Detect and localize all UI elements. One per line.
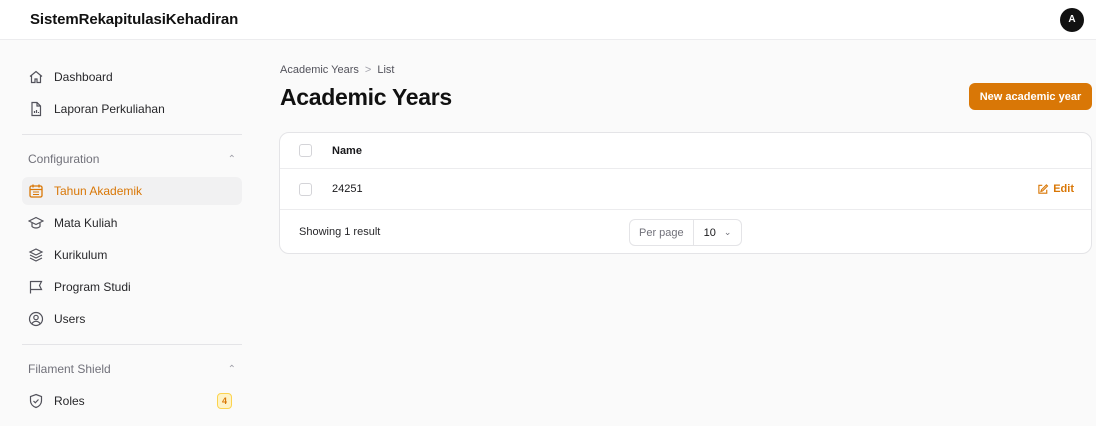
academic-cap-icon [28,215,44,231]
sidebar-item-users[interactable]: Users [22,305,242,333]
sidebar-item-mata-kuliah[interactable]: Mata Kuliah [22,209,242,237]
per-page-value: 10 [703,226,716,239]
sidebar-divider [22,134,242,135]
sidebar: Dashboard Laporan Perkuliahan Configurat… [0,40,260,426]
chevron-up-icon[interactable]: ⌃ [228,154,236,165]
edit-label: Edit [1053,183,1074,195]
sidebar-item-label: Laporan Perkuliahan [54,102,165,116]
sidebar-group-filament-shield[interactable]: Filament Shield ⌃ [28,362,236,376]
select-all-checkbox[interactable] [299,144,312,157]
sidebar-item-label: Tahun Akademik [54,184,143,198]
per-page-dropdown[interactable]: 10 ⌄ [694,220,742,245]
sidebar-item-label: Mata Kuliah [54,216,118,230]
per-page-select[interactable]: Per page 10 ⌄ [629,219,743,246]
user-circle-icon [28,311,44,327]
flag-icon [28,279,44,295]
stack-icon [28,247,44,263]
sidebar-item-tahun-akademik[interactable]: Tahun Akademik [22,177,242,205]
user-avatar[interactable]: A [1060,7,1084,32]
sidebar-group-label: Filament Shield [28,362,111,376]
shield-check-icon [28,393,44,409]
chevron-down-icon: ⌄ [723,227,732,237]
sidebar-item-dashboard[interactable]: Dashboard [22,63,242,91]
per-page-label: Per page [630,220,694,245]
table-footer: Showing 1 result Per page 10 ⌄ [280,210,1091,253]
sidebar-item-label: Program Studi [54,280,131,294]
new-academic-year-button[interactable]: New academic year [969,83,1092,110]
top-bar: SistemRekapitulasiKehadiran A [0,0,1096,40]
count-badge: 4 [216,393,232,409]
breadcrumb-item-academic-years[interactable]: Academic Years [280,64,359,76]
breadcrumb-separator: > [364,64,372,76]
sidebar-group-label: Configuration [28,152,100,166]
sidebar-item-label: Roles [54,394,85,408]
row-checkbox[interactable] [299,182,312,196]
table-row[interactable]: 24251 Edit [280,169,1091,210]
chevron-up-icon[interactable]: ⌃ [228,364,236,375]
document-chart-icon [28,101,44,117]
sidebar-item-label: Dashboard [54,70,113,84]
sidebar-group-configuration[interactable]: Configuration ⌃ [28,152,236,166]
edit-action[interactable]: Edit [1037,183,1074,195]
home-icon [28,69,44,85]
sidebar-item-kurikulum[interactable]: Kurikulum [22,241,242,269]
table-header-row: Name [280,133,1091,169]
sidebar-item-laporan-perkuliahan[interactable]: Laporan Perkuliahan [22,95,242,123]
page-title: Academic Years [280,84,452,110]
breadcrumb-item-list: List [377,64,395,76]
results-summary: Showing 1 result [299,226,381,238]
cell-name: 24251 [332,183,363,195]
sidebar-item-program-studi[interactable]: Program Studi [22,273,242,301]
pencil-square-icon [1038,184,1049,194]
calendar-icon [28,183,44,199]
sidebar-item-roles[interactable]: Roles 4 [22,387,242,415]
sidebar-divider [22,344,242,345]
brand-name[interactable]: SistemRekapitulasiKehadiran [30,11,238,28]
academic-years-table: Name 24251 Edit Showing 1 result Per pag… [279,132,1092,254]
sidebar-item-label: Users [54,312,86,326]
breadcrumb: Academic Years > List [280,64,394,76]
sidebar-item-label: Kurikulum [54,248,108,262]
column-header-name[interactable]: Name [332,145,362,157]
